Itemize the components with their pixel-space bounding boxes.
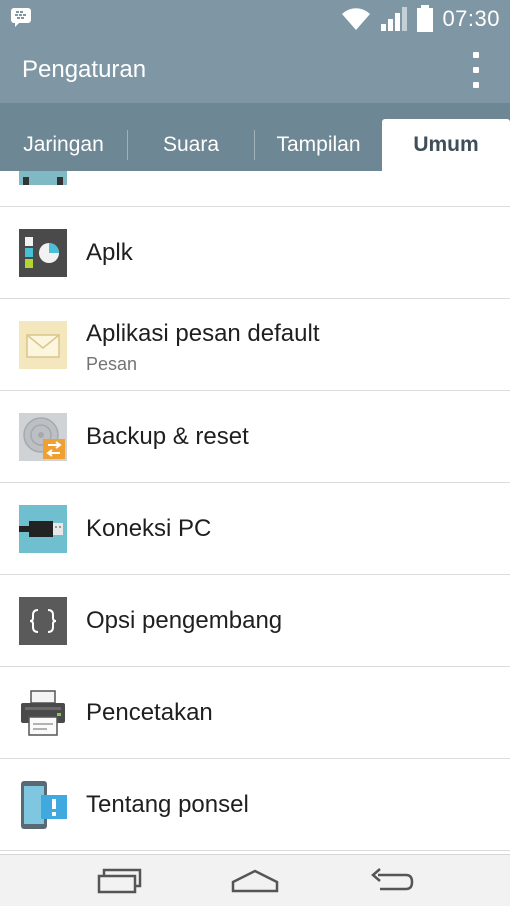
status-bar: 07:30 bbox=[0, 0, 510, 38]
list-item-tentang-ponsel[interactable]: Tentang ponsel bbox=[0, 759, 510, 851]
signal-icon bbox=[381, 7, 408, 31]
list-item-subtitle: Pesan bbox=[86, 354, 138, 374]
navigation-bar bbox=[0, 854, 510, 906]
home-icon bbox=[231, 869, 279, 893]
list-item-pencetakan[interactable]: Pencetakan bbox=[0, 667, 510, 759]
app-bar: Pengaturan bbox=[0, 38, 510, 103]
usb-cable-icon bbox=[19, 505, 67, 553]
printer-icon bbox=[21, 690, 65, 736]
wifi-icon bbox=[342, 8, 371, 30]
envelope-icon bbox=[19, 321, 67, 369]
overflow-menu-icon[interactable] bbox=[466, 52, 486, 88]
list-item-aplikasi-pesan-default[interactable]: Aplikasi pesan default Pesan bbox=[0, 299, 510, 391]
tab-jaringan[interactable]: Jaringan bbox=[0, 119, 127, 171]
recent-apps-icon bbox=[97, 868, 142, 894]
list-item-backup-reset[interactable]: Backup & reset bbox=[0, 391, 510, 483]
list-item-label: Opsi pengembang bbox=[86, 607, 283, 634]
settings-list: Aplk Aplikasi pesan default Pesan Backup… bbox=[0, 171, 510, 854]
bbm-notification-icon bbox=[11, 8, 31, 27]
list-item-aplk[interactable]: Aplk bbox=[0, 207, 510, 299]
list-item-label: Aplikasi pesan default bbox=[86, 320, 320, 347]
list-item-opsi-pengembang[interactable]: Opsi pengembang bbox=[0, 575, 510, 667]
tab-bar: Jaringan Suara Tampilan Umum bbox=[0, 103, 510, 171]
apps-icon bbox=[19, 229, 67, 277]
tab-umum[interactable]: Umum bbox=[382, 119, 510, 171]
home-button[interactable] bbox=[225, 863, 285, 899]
status-time: 07:30 bbox=[442, 6, 500, 31]
recent-apps-button[interactable] bbox=[90, 863, 150, 899]
list-item-label: Pencetakan bbox=[86, 699, 213, 726]
battery-icon bbox=[417, 5, 434, 32]
page-title: Pengaturan bbox=[22, 56, 147, 83]
partial-item-icon bbox=[19, 171, 67, 185]
back-arrow-icon bbox=[371, 868, 414, 891]
list-item-koneksi-pc[interactable]: Koneksi PC bbox=[0, 483, 510, 575]
list-item-partial[interactable] bbox=[0, 171, 510, 207]
tab-suara[interactable]: Suara bbox=[128, 119, 254, 171]
back-button[interactable] bbox=[360, 863, 420, 899]
list-item-label: Koneksi PC bbox=[86, 515, 212, 542]
list-item-label: Tentang ponsel bbox=[86, 791, 249, 818]
tab-tampilan[interactable]: Tampilan bbox=[255, 119, 382, 171]
backup-disk-icon bbox=[19, 413, 67, 461]
list-item-label: Backup & reset bbox=[86, 423, 249, 450]
phone-info-icon bbox=[21, 781, 67, 829]
braces-icon bbox=[19, 597, 67, 645]
list-item-label: Aplk bbox=[86, 239, 133, 266]
